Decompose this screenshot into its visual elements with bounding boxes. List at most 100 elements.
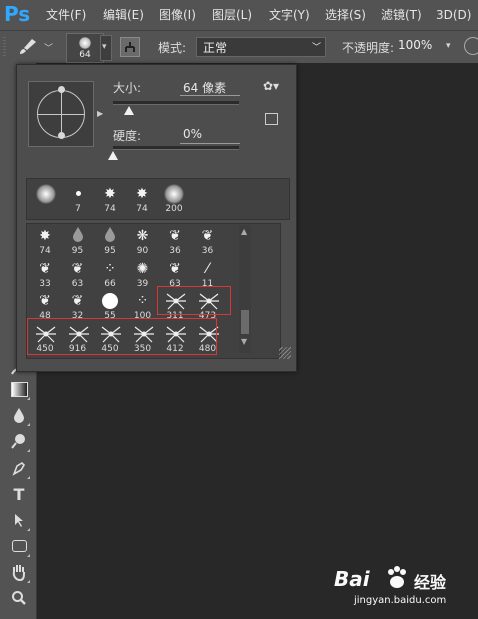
menu-3d[interactable]: 3D(D) bbox=[436, 0, 471, 30]
options-grip bbox=[3, 37, 6, 57]
mode-select[interactable]: 正常 ﹀ bbox=[196, 37, 326, 57]
gear-icon[interactable]: ✿▾ bbox=[263, 79, 279, 93]
brush-preset-cell[interactable]: ✸ 74 bbox=[126, 182, 158, 214]
watermark-url: jingyan.baidu.com bbox=[354, 595, 447, 606]
menu-filter[interactable]: 滤镜(T) bbox=[381, 0, 422, 30]
hardness-value[interactable]: 0% bbox=[183, 127, 202, 141]
brush-size-label: 33 bbox=[39, 278, 51, 289]
angle-arrow-icon: ▶ bbox=[97, 109, 104, 118]
chevron-down-icon: ﹀ bbox=[311, 43, 321, 53]
brush-preset-size: 64 bbox=[79, 50, 91, 60]
drop-brush-icon bbox=[100, 226, 120, 246]
scatter-brush-icon: ❋ bbox=[136, 228, 149, 244]
menu-file[interactable]: 文件(F) bbox=[46, 0, 86, 30]
brush-preset-cell[interactable]: ❦ 36 bbox=[192, 224, 224, 256]
soft-round-brush-icon bbox=[164, 184, 184, 204]
opacity-dropdown-icon[interactable]: ▾ bbox=[446, 41, 451, 51]
brush-size-label: 200 bbox=[165, 204, 183, 214]
paw-icon bbox=[388, 566, 406, 588]
brush-preset-cell[interactable] bbox=[30, 182, 62, 214]
brush-preset-cell[interactable]: ✸ 74 bbox=[94, 182, 126, 214]
gradient-icon[interactable] bbox=[8, 378, 30, 400]
hardness-slider-thumb[interactable] bbox=[108, 151, 118, 160]
menu-layer[interactable]: 图层(L) bbox=[212, 0, 252, 30]
photoshop-logo: Ps bbox=[4, 2, 31, 26]
dodge-icon[interactable] bbox=[8, 430, 30, 452]
chevron-up-icon[interactable]: ▲ bbox=[241, 227, 247, 236]
brush-preset-cell[interactable]: ❦ 36 bbox=[159, 224, 191, 256]
brush-preset-dropdown[interactable]: ▾ bbox=[100, 35, 112, 61]
brush-preset-cell[interactable]: ✺ 39 bbox=[127, 257, 159, 289]
brush-preset-cell[interactable]: ⁘ 100 bbox=[127, 289, 159, 321]
brush-list-scrollbar[interactable]: ▲ ▼ bbox=[239, 225, 251, 353]
grass-brush-icon: ❦ bbox=[71, 260, 84, 277]
brush-preset-cell[interactable]: 200 bbox=[158, 182, 190, 214]
path-select-icon[interactable] bbox=[8, 509, 30, 531]
size-value-underline bbox=[180, 95, 240, 96]
brush-preset-cell[interactable]: 7 bbox=[62, 182, 94, 214]
hardness-slider-track[interactable] bbox=[113, 146, 239, 150]
brush-preset-cell[interactable]: ✸ 74 bbox=[29, 224, 61, 256]
brush-size-label: 36 bbox=[201, 246, 214, 256]
tool-preset-chevron-icon[interactable]: ﹀ bbox=[44, 41, 53, 54]
opacity-input[interactable]: 100% bbox=[398, 38, 432, 52]
leaf-star-brush-icon: ✸ bbox=[104, 186, 116, 202]
grass-brush-icon: ❦ bbox=[39, 260, 51, 277]
size-slider-thumb[interactable] bbox=[124, 106, 135, 115]
speckle-brush-icon: ⁘ bbox=[136, 293, 149, 309]
brush-preset-cell[interactable]: ❋ 90 bbox=[127, 224, 159, 256]
brush-preset-cell[interactable]: ❦ 63 bbox=[62, 257, 94, 289]
brush-preset-cell[interactable]: 55 bbox=[94, 289, 126, 321]
recent-brushes-strip: 7 ✸ 74 ✸ 74 200 bbox=[26, 178, 290, 220]
grass-brush-icon: ❦ bbox=[71, 293, 84, 309]
size-label: 大小: bbox=[113, 81, 142, 95]
zoom-icon[interactable] bbox=[8, 587, 30, 609]
menu-select[interactable]: 选择(S) bbox=[325, 0, 366, 30]
brush-preset-cell[interactable]: ⁘ 66 bbox=[94, 257, 126, 289]
small-dot-brush-icon bbox=[68, 184, 88, 204]
size-value[interactable]: 64 像素 bbox=[183, 79, 226, 96]
soft-round-brush-icon bbox=[36, 184, 56, 204]
toggle-brush-panel-button[interactable] bbox=[120, 37, 140, 57]
hand-icon[interactable] bbox=[8, 561, 30, 583]
brush-size-label: 74 bbox=[104, 204, 116, 214]
size-slider-track[interactable] bbox=[113, 101, 239, 105]
brush-preset-cell[interactable]: 95 bbox=[62, 224, 94, 256]
menu-image[interactable]: 图像(I) bbox=[159, 0, 196, 30]
brush-size-label: 95 bbox=[104, 246, 116, 256]
new-preset-icon[interactable] bbox=[265, 113, 278, 125]
speckle-brush-icon: ⁘ bbox=[104, 260, 116, 277]
hardness-value-underline bbox=[180, 143, 240, 144]
rectangle-icon[interactable] bbox=[8, 535, 30, 557]
scrollbar-thumb[interactable] bbox=[241, 310, 249, 334]
brush-preset-cell[interactable]: ❦ 48 bbox=[29, 289, 61, 321]
drop-brush-icon bbox=[68, 226, 88, 246]
brush-preset-cell[interactable]: 95 bbox=[94, 224, 126, 256]
menu-edit[interactable]: 编辑(E) bbox=[103, 0, 144, 30]
brush-tool-icon[interactable] bbox=[17, 37, 39, 57]
chevron-down-icon[interactable]: ▼ bbox=[241, 337, 247, 346]
menu-bar: Ps 文件(F) 编辑(E) 图像(I) 图层(L) 文字(Y) 选择(S) 滤… bbox=[0, 0, 478, 30]
brush-size-label: 95 bbox=[71, 246, 84, 256]
watermark-brand2: 经验 bbox=[414, 573, 447, 592]
resize-grip[interactable] bbox=[279, 347, 291, 359]
brush-preset-cell[interactable]: ❦ 63 bbox=[159, 257, 191, 289]
pen-icon[interactable] bbox=[8, 457, 30, 479]
pressure-opacity-icon[interactable] bbox=[464, 37, 478, 55]
brush-angle-preview[interactable] bbox=[28, 81, 94, 147]
drop-icon[interactable] bbox=[8, 404, 30, 426]
leaf-star-brush-icon: ✸ bbox=[136, 186, 148, 202]
type-icon[interactable]: T bbox=[8, 483, 30, 505]
menu-type[interactable]: 文字(Y) bbox=[269, 0, 310, 30]
brush-preset-picker[interactable]: 64 bbox=[66, 33, 104, 63]
brush-preset-cell[interactable]: ❦ 32 bbox=[62, 289, 94, 321]
brush-size-label: 66 bbox=[104, 278, 116, 289]
opacity-label: 不透明度: bbox=[342, 41, 395, 55]
roundness-handle-top[interactable] bbox=[58, 86, 65, 93]
roundness-handle-bottom[interactable] bbox=[58, 132, 65, 139]
stroke-brush-icon: ⁄ bbox=[206, 260, 209, 277]
brush-preset-cell[interactable]: ❦ 33 bbox=[29, 257, 61, 289]
watermark-brand: Bai bbox=[334, 567, 370, 591]
highlight-box-row3 bbox=[157, 286, 231, 315]
brush-preset-cell[interactable]: ⁄ 11 bbox=[192, 257, 224, 289]
